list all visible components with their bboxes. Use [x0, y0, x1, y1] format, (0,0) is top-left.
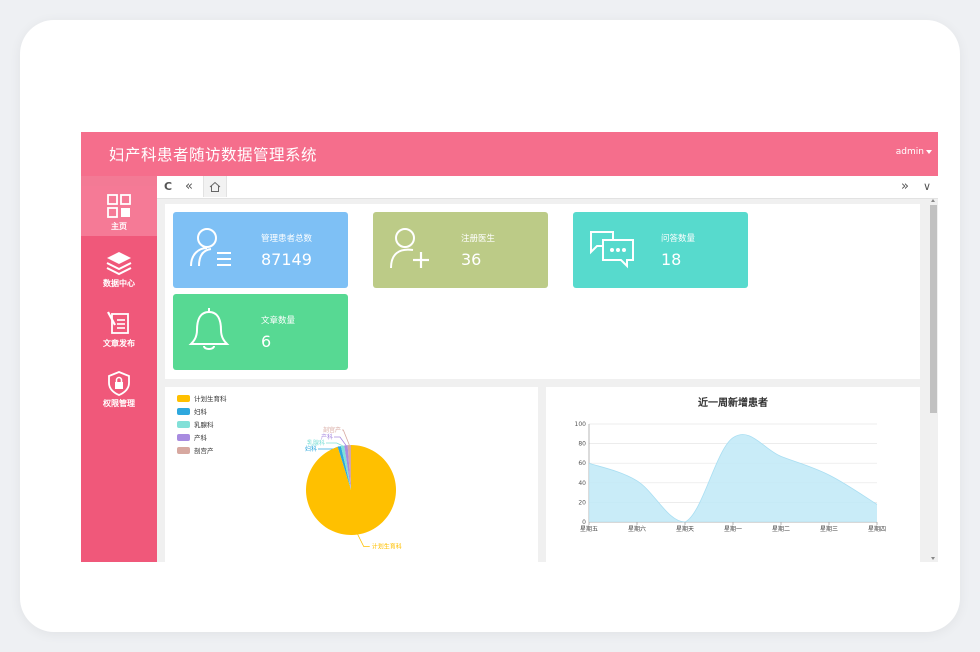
x-tick-label: 星期五	[580, 525, 598, 533]
tabs-menu-button[interactable]: ∨	[919, 176, 935, 198]
y-tick-label: 80	[578, 441, 586, 448]
chat-bubbles-icon	[590, 231, 634, 269]
sidebar-item-label: 文章发布	[103, 339, 135, 348]
stat-label: 文章数量	[261, 316, 296, 326]
sidebar: 主页 数据中心 文章发布 权限管理	[81, 176, 157, 562]
refresh-button[interactable]: C	[161, 176, 175, 198]
stats-panel: 管理患者总数 87149 注册医生 36 问答数量 18 文章数量 6	[165, 204, 920, 379]
x-tick-label: 星期天	[676, 525, 694, 533]
stat-value: 6	[261, 332, 272, 351]
pie-slice[interactable]	[306, 445, 396, 535]
sidebar-item-home[interactable]: 主页	[81, 186, 157, 236]
pie-chart-panel: 计划生育科 妇科 乳腺科 产科 剖宫产 妇科 乳腺科 产科 剖宫产 计划生育科	[165, 387, 538, 562]
grid-icon	[107, 194, 131, 218]
pie-label: 剖宫产	[323, 426, 341, 434]
tab-home[interactable]	[203, 176, 227, 197]
stat-label: 管理患者总数	[261, 234, 313, 244]
y-tick-label: 0	[582, 519, 586, 526]
app-title: 妇产科患者随访数据管理系统	[109, 146, 318, 164]
main-content: 管理患者总数 87149 注册医生 36 问答数量 18 文章数量 6 计划生育…	[157, 199, 929, 562]
user-add-icon	[390, 228, 429, 269]
sidebar-top-strip	[81, 176, 157, 186]
stat-label: 注册医生	[461, 234, 496, 244]
sidebar-item-article-publish[interactable]: 文章发布	[81, 304, 157, 354]
home-icon	[209, 181, 221, 192]
x-tick-label: 星期一	[724, 525, 742, 533]
stat-card-articles[interactable]: 文章数量 6	[173, 294, 348, 370]
line-chart-panel: 近一周新增患者 0 20 40 60 80 100 星期五 星期六 星期天 星期一 星期二 星期三 星期…	[546, 387, 920, 562]
y-tick-label: 60	[578, 460, 586, 467]
stat-card-doctors[interactable]: 注册医生 36	[373, 212, 548, 288]
y-tick-label: 20	[578, 499, 586, 506]
x-tick-label: 星期四	[868, 525, 886, 533]
stat-card-qa[interactable]: 问答数量 18	[573, 212, 748, 288]
sidebar-item-label: 主页	[111, 222, 127, 231]
scroll-up-icon	[931, 199, 935, 202]
pie-label: 计划生育科	[372, 542, 402, 550]
tab-bar: C « » ∨	[157, 176, 938, 199]
pie-label: 产科	[321, 433, 333, 441]
tabs-next-button[interactable]: »	[897, 176, 913, 198]
shield-lock-icon	[108, 371, 130, 396]
y-tick-label: 100	[575, 421, 587, 428]
layers-icon	[106, 252, 132, 276]
stat-label: 问答数量	[661, 234, 696, 244]
x-tick-label: 星期三	[820, 525, 838, 533]
scrollbar-thumb[interactable]	[930, 205, 937, 413]
x-tick-label: 星期六	[628, 525, 646, 533]
sidebar-item-data-center[interactable]: 数据中心	[81, 244, 157, 294]
sidebar-item-label: 权限管理	[103, 399, 135, 408]
patients-list-icon	[190, 228, 231, 267]
sidebar-item-permissions[interactable]: 权限管理	[81, 364, 157, 414]
y-tick-label: 40	[578, 480, 586, 487]
stat-value: 87149	[261, 250, 312, 269]
stat-value: 18	[661, 250, 682, 269]
sidebar-item-label: 数据中心	[103, 279, 135, 288]
x-tick-label: 星期二	[772, 525, 790, 533]
caret-down-icon	[926, 149, 932, 154]
top-bar: 妇产科患者随访数据管理系统 admin	[81, 132, 938, 176]
tabs-prev-button[interactable]: «	[181, 176, 197, 198]
user-menu[interactable]: admin	[896, 147, 932, 157]
pie-chart: 妇科乳腺科产科剖宫产计划生育科	[305, 426, 402, 550]
scrollbar[interactable]	[929, 199, 938, 562]
pie-label-line	[357, 534, 370, 547]
app-window: 妇产科患者随访数据管理系统 admin 主页 数据中心 文章发布 权限管理 C …	[81, 132, 938, 562]
window-frame: 妇产科患者随访数据管理系统 admin 主页 数据中心 文章发布 权限管理 C …	[20, 20, 960, 632]
scroll-down-icon	[931, 557, 935, 560]
stat-value: 36	[461, 250, 482, 269]
bell-icon	[188, 308, 230, 350]
stat-card-patients[interactable]: 管理患者总数 87149	[173, 212, 348, 288]
pie-label-line	[326, 442, 343, 447]
pie-label-line	[334, 436, 347, 446]
area-chart: 0 20 40 60 80 100 星期五 星期六 星期天 星期一 星期二 星期三 星期四	[575, 421, 886, 533]
document-pen-icon	[107, 311, 129, 334]
pie-label-line	[342, 429, 350, 446]
user-name: admin	[895, 147, 924, 157]
